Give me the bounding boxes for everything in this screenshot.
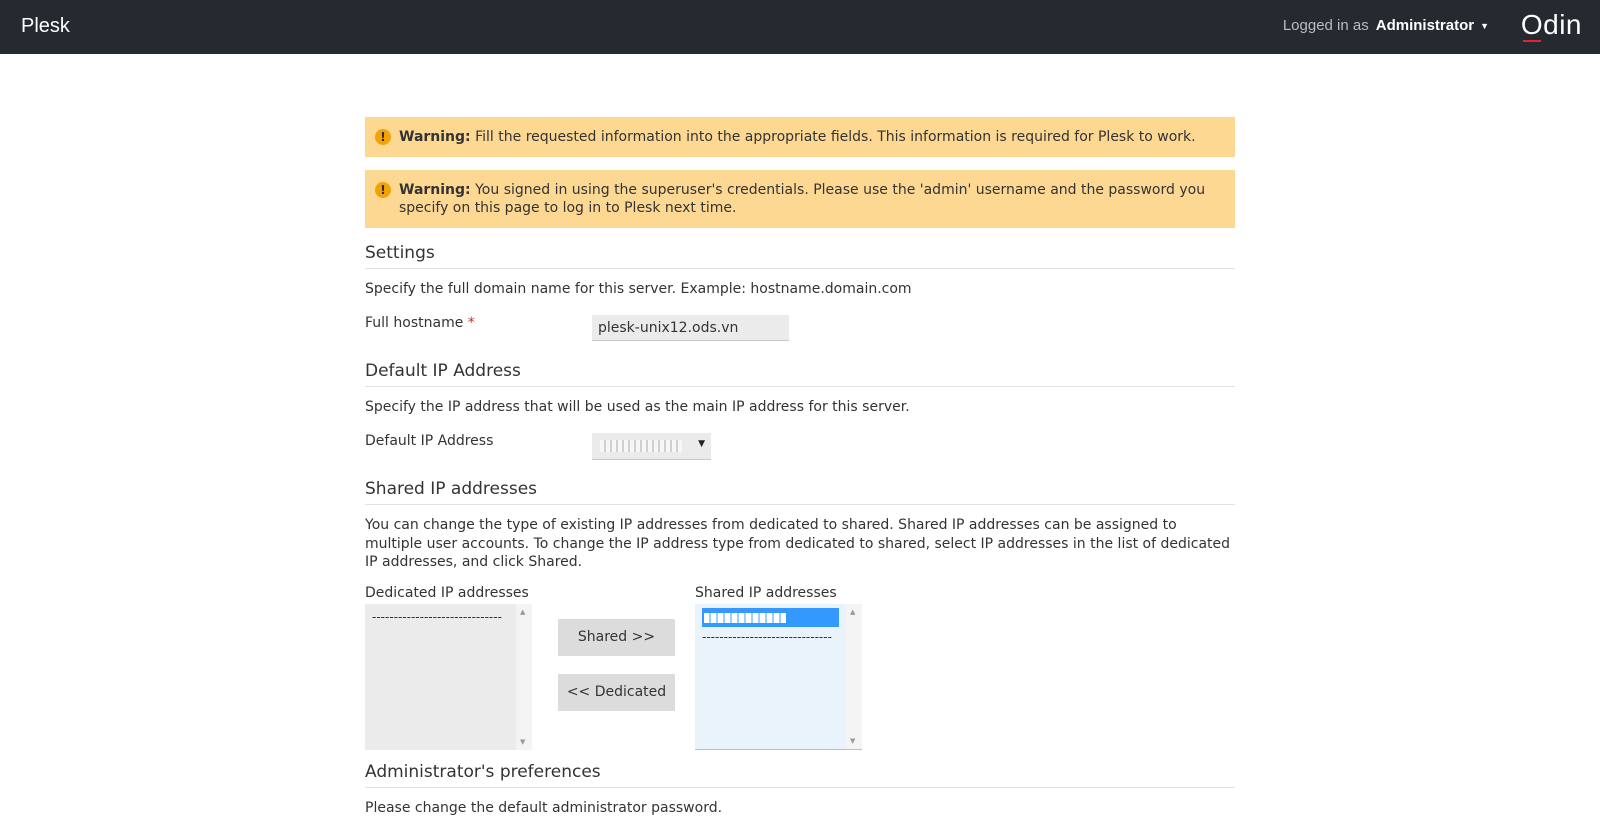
shared-ip-hint: You can change the type of existing IP a… (365, 517, 1231, 570)
chevron-down-icon[interactable]: ▼ (1480, 21, 1489, 31)
redacted-ip-value (600, 439, 682, 452)
default-ip-section-title: Default IP Address (365, 361, 1235, 387)
scroll-down-icon[interactable]: ▼ (520, 738, 525, 746)
list-item-selected[interactable] (702, 608, 839, 627)
admin-prefs-hint: Please change the default administrator … (365, 800, 723, 816)
dedicated-ip-label: Dedicated IP addresses (365, 585, 529, 601)
settings-section-title: Settings (365, 243, 1235, 269)
scroll-down-icon[interactable]: ▼ (850, 737, 855, 745)
warning-text: You signed in using the superuser's cred… (399, 182, 1206, 216)
warning-icon: ! (375, 182, 391, 198)
logged-in-prefix: Logged in as (1282, 17, 1369, 34)
shared-ip-listbox[interactable]: ------------------------------ ▲ ▼ (695, 604, 862, 750)
list-item[interactable]: ------------------------------ (702, 628, 839, 647)
username[interactable]: Administrator (1376, 17, 1474, 34)
admin-prefs-section-title: Administrator's preferences (365, 762, 1235, 788)
move-to-dedicated-button[interactable]: << Dedicated (558, 674, 675, 711)
odin-logo: Odin (1520, 9, 1582, 42)
shared-ip-section-title: Shared IP addresses (365, 479, 1235, 505)
scrollbar[interactable]: ▲ ▼ (516, 604, 532, 750)
top-bar: Plesk Logged in as Administrator ▼ Odin (0, 0, 1600, 54)
plesk-logo[interactable]: Plesk (21, 15, 70, 38)
warning-text: Fill the requested information into the … (475, 129, 1196, 145)
hostname-label-text: Full hostname (365, 315, 464, 331)
odin-logo-text: Odin (1520, 9, 1582, 40)
scroll-up-icon[interactable]: ▲ (850, 608, 855, 616)
odin-logo-underline (1522, 40, 1541, 42)
user-menu[interactable]: Logged in as Administrator ▼ (1283, 17, 1489, 34)
shared-ip-label: Shared IP addresses (695, 585, 837, 601)
warning-message-required-fields: ! Warning: Fill the requested informatio… (365, 117, 1235, 157)
dedicated-ip-listbox[interactable]: ------------------------------ ▲ ▼ (365, 604, 532, 750)
redacted-ip-value (704, 612, 786, 623)
list-item[interactable]: ------------------------------ (372, 608, 509, 627)
hostname-label: Full hostname * (365, 315, 475, 331)
default-ip-select[interactable]: ▼ (592, 433, 711, 460)
warning-message-superuser: ! Warning: You signed in using the super… (365, 170, 1235, 228)
warning-title: Warning: (399, 129, 471, 145)
dropdown-arrow-icon: ▼ (698, 439, 705, 449)
default-ip-label: Default IP Address (365, 433, 494, 449)
scroll-up-icon[interactable]: ▲ (520, 608, 525, 616)
required-mark: * (467, 315, 475, 331)
hostname-input[interactable] (592, 315, 789, 341)
warning-icon: ! (375, 129, 391, 145)
settings-hint: Specify the full domain name for this se… (365, 281, 912, 297)
default-ip-hint: Specify the IP address that will be used… (365, 399, 910, 415)
scrollbar[interactable]: ▲ ▼ (846, 604, 862, 749)
warning-title: Warning: (399, 182, 471, 198)
move-to-shared-button[interactable]: Shared >> (558, 619, 675, 656)
